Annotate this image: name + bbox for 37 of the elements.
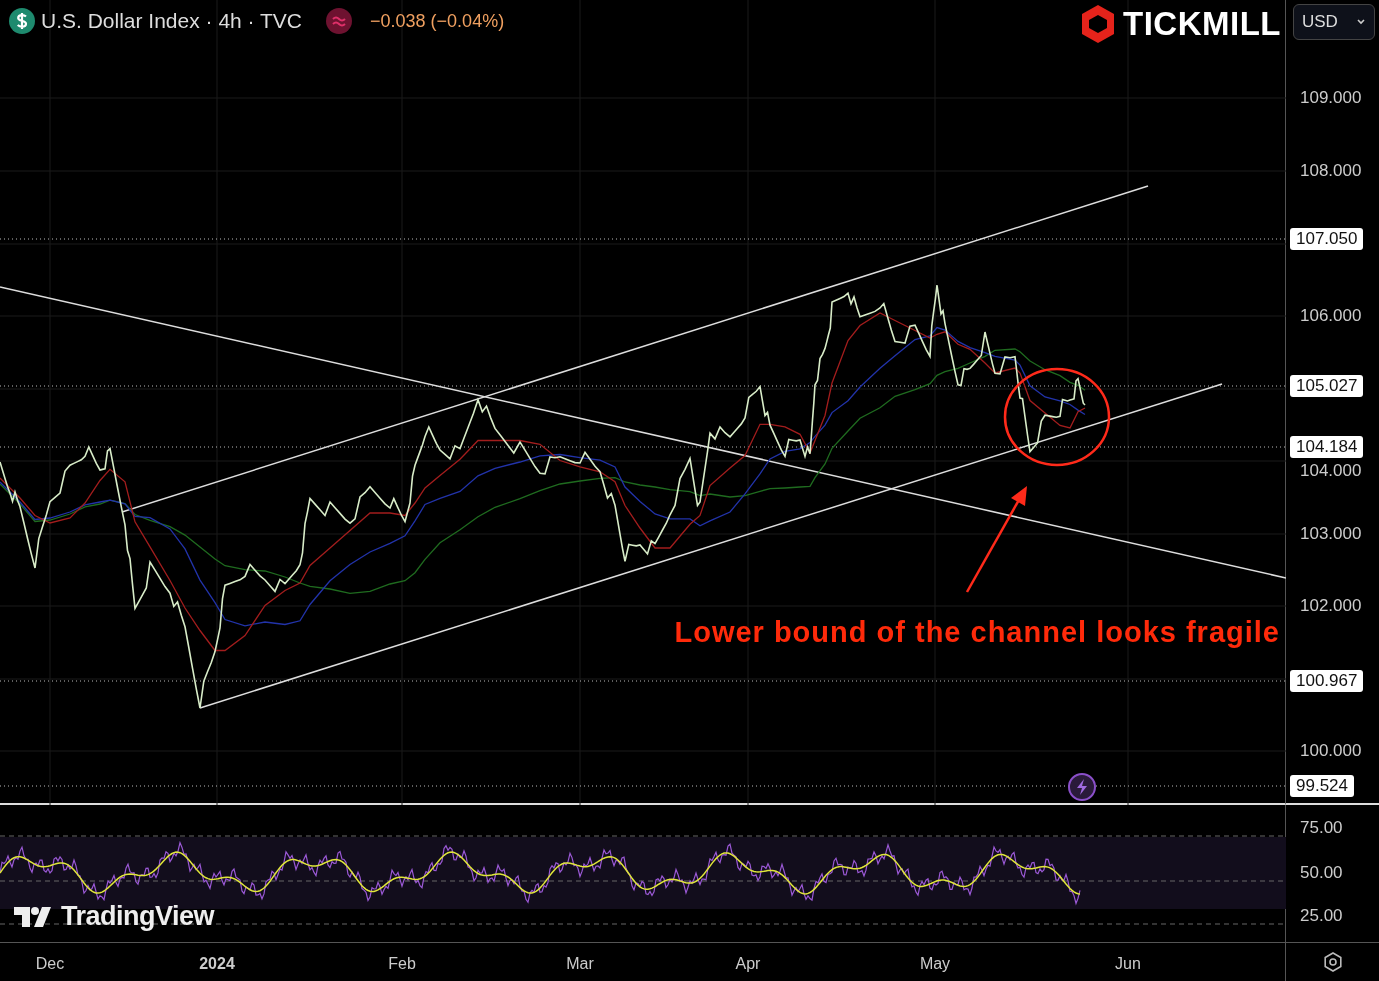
price-change: −0.038 (−0.04%) [370, 10, 505, 32]
rsi-axis-label: 75.00 [1300, 818, 1343, 838]
price-axis-label: 108.000 [1300, 161, 1362, 181]
symbol-title[interactable]: U.S. Dollar Index · 4h · TVC [41, 9, 303, 33]
settings-icon[interactable] [1321, 951, 1344, 973]
trend-line[interactable] [121, 185, 1149, 513]
time-axis-label: Dec [35, 955, 65, 973]
time-axis-label: Jun [1115, 955, 1141, 973]
price-tag: 104.184 [1290, 436, 1364, 458]
time-axis-label: May [919, 955, 951, 973]
time-axis-label: Feb [388, 955, 416, 973]
approx-icon [326, 8, 353, 34]
annotation-text: Lower bound of the channel looks fragile [674, 616, 1280, 649]
price-axis-label: 103.000 [1300, 524, 1362, 544]
time-axis-label: Apr [735, 955, 761, 973]
trend-line[interactable] [0, 286, 1286, 579]
price-tag: 99.524 [1290, 775, 1354, 797]
price-axis-label: 100.000 [1300, 741, 1362, 761]
price-axis-label: 104.000 [1300, 461, 1362, 481]
price-tag: 107.050 [1290, 228, 1364, 250]
chevron-down-icon [1356, 18, 1366, 26]
arrow[interactable] [965, 486, 1027, 593]
price-axis-label: 106.000 [1300, 306, 1362, 326]
price-axis-label: 102.000 [1300, 596, 1362, 616]
brand-logo: TICKMILL [1123, 5, 1281, 43]
price-axis-label: 109.000 [1300, 88, 1362, 108]
highlight-circle[interactable] [1003, 367, 1111, 467]
rsi-axis-label: 50.00 [1300, 863, 1343, 883]
rsi-axis-label: 25.00 [1300, 906, 1343, 926]
price-tag: 100.967 [1290, 670, 1364, 692]
watermark-logo: TradingView [61, 901, 215, 932]
time-axis-label: 2024 [199, 955, 235, 973]
lightning-icon[interactable] [1067, 772, 1097, 802]
price-tag: 105.027 [1290, 375, 1364, 397]
currency-select[interactable]: USD [1293, 4, 1375, 40]
dollar-icon [9, 8, 35, 34]
time-axis-label: Mar [566, 955, 594, 973]
